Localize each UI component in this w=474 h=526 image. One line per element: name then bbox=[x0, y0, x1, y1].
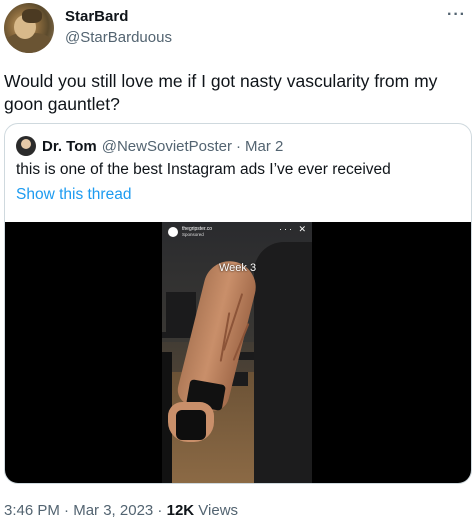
quoted-tweet-date: Mar 2 bbox=[245, 137, 284, 155]
author-display-name[interactable]: StarBard bbox=[65, 8, 128, 25]
separator-dot: · bbox=[236, 137, 242, 155]
more-horizontal-icon[interactable]: ··· bbox=[447, 6, 466, 24]
views-label: Views bbox=[194, 502, 239, 519]
sponsored-label: Sponsored bbox=[182, 232, 204, 237]
account-logo-icon bbox=[168, 227, 178, 237]
video-overlay-text: Week 3 bbox=[219, 262, 257, 274]
video-controls[interactable]: ··· ✕ bbox=[279, 224, 308, 235]
quoted-author-name: Dr. Tom bbox=[42, 137, 97, 155]
video-player[interactable]: thegripster.co Sponsored ··· ✕ Week 3 bbox=[5, 222, 471, 483]
tweet-date[interactable]: Mar 3, 2023 bbox=[73, 502, 153, 519]
ad-account: thegripster.co Sponsored bbox=[168, 226, 212, 238]
tweet-time[interactable]: 3:46 PM bbox=[4, 502, 60, 519]
separator-dot: · bbox=[59, 502, 74, 519]
video-frame[interactable]: thegripster.co Sponsored ··· ✕ Week 3 bbox=[162, 222, 312, 483]
quoted-author-handle: @NewSovietPoster bbox=[101, 137, 233, 155]
separator-dot: · bbox=[153, 502, 167, 519]
author-handle[interactable]: @StarBarduous bbox=[65, 29, 172, 46]
views-count: 12K bbox=[166, 502, 195, 519]
show-thread-link[interactable]: Show this thread bbox=[16, 186, 131, 204]
quoted-tweet-header: Dr. Tom @NewSovietPoster · Mar 2 bbox=[16, 135, 283, 157]
quoted-author-avatar bbox=[16, 136, 36, 156]
tweet-meta: 3:46 PM · Mar 3, 2023 · 12K Views bbox=[4, 502, 238, 519]
tweet-text: Would you still love me if I got nasty v… bbox=[4, 71, 438, 114]
tweet-header: StarBard @StarBarduous ··· bbox=[0, 0, 474, 60]
quoted-tweet[interactable]: Dr. Tom @NewSovietPoster · Mar 2 this is… bbox=[4, 123, 472, 484]
author-avatar[interactable] bbox=[4, 3, 54, 53]
quoted-tweet-text: this is one of the best Instagram ads I’… bbox=[16, 161, 391, 178]
